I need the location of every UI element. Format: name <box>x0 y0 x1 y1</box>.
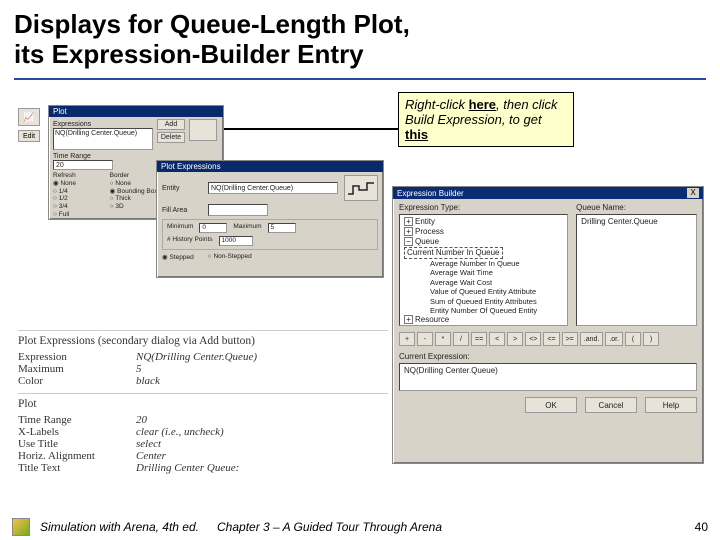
help-button[interactable]: Help <box>645 397 697 413</box>
op-minus[interactable]: - <box>417 332 433 346</box>
expression-type-label: Expression Type: <box>399 203 568 212</box>
border-group-label: Border <box>110 172 163 180</box>
current-expression-box[interactable]: NQ(Drilling Center.Queue) <box>399 363 697 391</box>
tree-current-number[interactable]: Current Number In Queue <box>404 247 503 259</box>
expressions-label: Expressions <box>53 121 91 128</box>
time-range-field[interactable]: 20 <box>53 160 113 170</box>
tree-leaf-3[interactable]: Value of Queued Entity Attribute <box>404 287 563 296</box>
title-line1: Displays for Queue-Length Plot, <box>14 9 410 39</box>
plot-dialog-title: Plot <box>49 106 223 117</box>
title-underline <box>14 78 706 80</box>
tree-leaf-1[interactable]: Average Wait Time <box>404 268 563 277</box>
op-le[interactable]: <= <box>543 332 559 346</box>
expression-builder-title: Expression Builder <box>397 189 464 198</box>
spec-hdr2: Plot <box>18 398 388 410</box>
slide-footer: Simulation with Arena, 4th ed. Chapter 3… <box>0 518 720 536</box>
op-gt[interactable]: > <box>507 332 523 346</box>
fillarea-label: Fill Area <box>162 207 202 214</box>
op-and[interactable]: .and. <box>580 332 604 346</box>
min-label: Minimum <box>167 223 193 233</box>
op-lp[interactable]: ( <box>625 332 641 346</box>
plot-tool-icon[interactable]: 📈 <box>18 108 40 126</box>
refresh-three[interactable]: ○ 3/4 <box>53 203 106 211</box>
fillarea-field[interactable] <box>208 204 268 216</box>
title-line2: its Expression-Builder Entry <box>14 39 364 69</box>
op-eq[interactable]: == <box>471 332 487 346</box>
hist-field[interactable]: 1000 <box>219 236 253 246</box>
entity-label: Entity <box>162 185 202 192</box>
op-ge[interactable]: >= <box>562 332 578 346</box>
spec-hdr1: Plot Expressions (secondary dialog via A… <box>18 335 388 347</box>
footer-center: Chapter 3 – A Guided Tour Through Arena <box>217 520 442 534</box>
refresh-quarter[interactable]: ○ 1/4 <box>53 188 106 196</box>
callout-note: Right-click here, then click Build Expre… <box>398 92 574 147</box>
min-field[interactable]: 0 <box>199 223 227 233</box>
edit-button[interactable]: Edit <box>18 130 40 142</box>
tree-leaf-0[interactable]: Average Number In Queue <box>404 259 563 268</box>
expression-type-tree[interactable]: +Entity +Process −Queue Current Number I… <box>399 214 568 326</box>
plot-expressions-dialog: Plot Expressions Entity NQ(Drilling Cent… <box>156 160 384 278</box>
op-div[interactable]: / <box>453 332 469 346</box>
op-or[interactable]: .or. <box>605 332 623 346</box>
op-rp[interactable]: ) <box>643 332 659 346</box>
slide-title: Displays for Queue-Length Plot, its Expr… <box>0 0 720 76</box>
refresh-full[interactable]: ○ Full <box>53 211 106 219</box>
op-plus[interactable]: + <box>399 332 415 346</box>
tree-leaf-4[interactable]: Sum of Queued Entity Attributes <box>404 297 563 306</box>
ok-button[interactable]: OK <box>525 397 577 413</box>
max-label: Maximum <box>233 223 261 233</box>
current-expression-label: Current Expression: <box>399 352 697 361</box>
add-button[interactable]: Add <box>157 119 185 130</box>
op-mul[interactable]: * <box>435 332 451 346</box>
border-none[interactable]: ○ None <box>110 180 163 188</box>
op-ne[interactable]: <> <box>525 332 541 346</box>
expressions-listbox[interactable]: NQ(Drilling Center.Queue) <box>53 128 153 150</box>
delete-button[interactable]: Delete <box>157 132 185 143</box>
border-thick[interactable]: ○ Thick <box>110 195 163 203</box>
refresh-half[interactable]: ○ 1/2 <box>53 195 106 203</box>
entity-field[interactable]: NQ(Drilling Center.Queue) <box>208 182 338 194</box>
refresh-none[interactable]: ◉ None <box>53 180 106 188</box>
border-box[interactable]: ◉ Bounding Box <box>110 188 163 196</box>
minmax-group: Minimum 0 Maximum 5 # History Points 100… <box>162 219 378 250</box>
close-icon[interactable]: X <box>687 188 699 198</box>
book-icon <box>12 518 30 536</box>
nonstepped-radio[interactable]: ○ Non-Stepped <box>208 253 252 261</box>
cancel-button[interactable]: Cancel <box>585 397 637 413</box>
queue-name-label: Queue Name: <box>576 203 697 212</box>
max-field[interactable]: 5 <box>268 223 296 233</box>
line-preview <box>344 175 378 201</box>
op-lt[interactable]: < <box>489 332 505 346</box>
refresh-group-label: Refresh <box>53 172 106 180</box>
operator-row: + - * / == < > <> <= >= .and. .or. ( ) <box>399 332 697 346</box>
spec-text: Plot Expressions (secondary dialog via A… <box>18 330 388 480</box>
page-number: 40 <box>695 520 708 534</box>
tree-leaf-2[interactable]: Average Wait Cost <box>404 278 563 287</box>
footer-left: Simulation with Arena, 4th ed. <box>40 520 199 534</box>
hist-label: # History Points <box>167 236 213 246</box>
plot-expressions-title: Plot Expressions <box>157 161 383 172</box>
tree-leaf-5[interactable]: Entity Number Of Queued Entity <box>404 306 563 315</box>
expression-builder-dialog: Expression Builder X Expression Type: +E… <box>392 186 704 464</box>
queue-name-list[interactable]: Drilling Center.Queue <box>576 214 697 326</box>
stepped-radio[interactable]: ◉ Stepped <box>162 253 194 261</box>
color-swatch[interactable] <box>189 119 217 141</box>
border-3d[interactable]: ○ 3D <box>110 203 163 211</box>
time-range-label: Time Range <box>53 153 91 160</box>
